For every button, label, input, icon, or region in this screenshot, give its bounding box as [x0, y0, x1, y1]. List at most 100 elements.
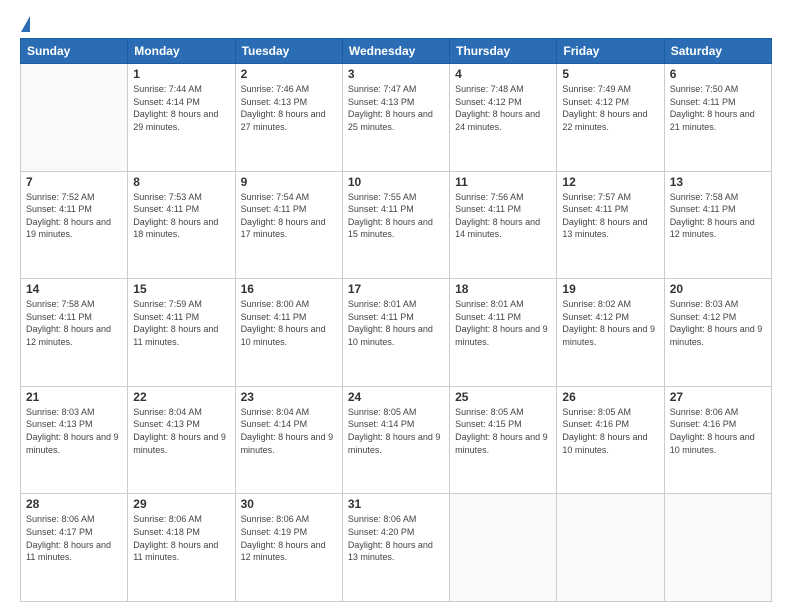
calendar-day-cell: 31 Sunrise: 8:06 AMSunset: 4:20 PMDayligh… [342, 494, 449, 602]
calendar-day-cell: 2Sunrise: 7:46 AMSunset: 4:13 PMDaylight… [235, 64, 342, 172]
day-number: 28 [26, 497, 122, 511]
calendar-day-cell: 30 Sunrise: 8:06 AMSunset: 4:19 PMDayligh… [235, 494, 342, 602]
day-info: Sunrise: 8:04 AMSunset: 4:13 PMDaylight:… [133, 406, 229, 456]
calendar-day-cell: 15 Sunrise: 7:59 AMSunset: 4:11 PMDayligh… [128, 279, 235, 387]
calendar-day-cell: 10Sunrise: 7:55 AMSunset: 4:11 PMDayligh… [342, 171, 449, 279]
day-number: 15 [133, 282, 229, 296]
day-number: 13 [670, 175, 766, 189]
calendar-day-header: Saturday [664, 39, 771, 64]
day-info: Sunrise: 8:02 AMSunset: 4:12 PMDaylight:… [562, 298, 658, 348]
day-info: Sunrise: 7:59 AMSunset: 4:11 PMDaylight:… [133, 298, 229, 348]
day-info: Sunrise: 8:03 AMSunset: 4:13 PMDaylight:… [26, 406, 122, 456]
day-info: Sunrise: 7:44 AMSunset: 4:14 PMDaylight:… [133, 83, 229, 133]
day-number: 17 [348, 282, 444, 296]
day-number: 30 [241, 497, 337, 511]
calendar-week-row: 21 Sunrise: 8:03 AMSunset: 4:13 PMDayligh… [21, 386, 772, 494]
calendar-week-row: 7Sunrise: 7:52 AMSunset: 4:11 PMDaylight… [21, 171, 772, 279]
day-number: 25 [455, 390, 551, 404]
day-number: 26 [562, 390, 658, 404]
calendar-day-cell: 5 Sunrise: 7:49 AMSunset: 4:12 PMDaylight… [557, 64, 664, 172]
calendar-day-cell: 9 Sunrise: 7:54 AMSunset: 4:11 PMDaylight… [235, 171, 342, 279]
calendar-day-header: Friday [557, 39, 664, 64]
day-number: 21 [26, 390, 122, 404]
calendar-day-cell: 6Sunrise: 7:50 AMSunset: 4:11 PMDaylight… [664, 64, 771, 172]
day-info: Sunrise: 8:03 AMSunset: 4:12 PMDaylight:… [670, 298, 766, 348]
calendar-day-cell: 4Sunrise: 7:48 AMSunset: 4:12 PMDaylight… [450, 64, 557, 172]
day-number: 16 [241, 282, 337, 296]
day-info: Sunrise: 8:05 AMSunset: 4:14 PMDaylight:… [348, 406, 444, 456]
day-number: 19 [562, 282, 658, 296]
calendar-day-cell [557, 494, 664, 602]
calendar-day-cell: 14 Sunrise: 7:58 AMSunset: 4:11 PMDayligh… [21, 279, 128, 387]
page: SundayMondayTuesdayWednesdayThursdayFrid… [0, 0, 792, 612]
day-number: 24 [348, 390, 444, 404]
calendar-week-row: 1 Sunrise: 7:44 AMSunset: 4:14 PMDaylight… [21, 64, 772, 172]
calendar-day-cell: 26Sunrise: 8:05 AMSunset: 4:16 PMDayligh… [557, 386, 664, 494]
day-number: 14 [26, 282, 122, 296]
calendar-day-cell: 28 Sunrise: 8:06 AMSunset: 4:17 PMDayligh… [21, 494, 128, 602]
day-info: Sunrise: 7:53 AMSunset: 4:11 PMDaylight:… [133, 191, 229, 241]
day-number: 1 [133, 67, 229, 81]
calendar-day-cell: 13 Sunrise: 7:58 AMSunset: 4:11 PMDayligh… [664, 171, 771, 279]
day-number: 18 [455, 282, 551, 296]
day-info: Sunrise: 8:01 AMSunset: 4:11 PMDaylight:… [455, 298, 551, 348]
header [20, 16, 772, 30]
calendar-day-cell: 22Sunrise: 8:04 AMSunset: 4:13 PMDayligh… [128, 386, 235, 494]
calendar-day-cell: 21 Sunrise: 8:03 AMSunset: 4:13 PMDayligh… [21, 386, 128, 494]
calendar-day-cell: 8Sunrise: 7:53 AMSunset: 4:11 PMDaylight… [128, 171, 235, 279]
day-info: Sunrise: 7:58 AMSunset: 4:11 PMDaylight:… [670, 191, 766, 241]
calendar-day-cell: 23Sunrise: 8:04 AMSunset: 4:14 PMDayligh… [235, 386, 342, 494]
day-info: Sunrise: 7:48 AMSunset: 4:12 PMDaylight:… [455, 83, 551, 133]
calendar-day-cell: 12 Sunrise: 7:57 AMSunset: 4:11 PMDayligh… [557, 171, 664, 279]
day-number: 5 [562, 67, 658, 81]
day-info: Sunrise: 7:57 AMSunset: 4:11 PMDaylight:… [562, 191, 658, 241]
day-number: 20 [670, 282, 766, 296]
calendar-day-header: Sunday [21, 39, 128, 64]
calendar-header-row: SundayMondayTuesdayWednesdayThursdayFrid… [21, 39, 772, 64]
calendar-day-header: Thursday [450, 39, 557, 64]
day-info: Sunrise: 7:46 AMSunset: 4:13 PMDaylight:… [241, 83, 337, 133]
day-info: Sunrise: 8:06 AMSunset: 4:18 PMDaylight:… [133, 513, 229, 563]
day-info: Sunrise: 7:56 AMSunset: 4:11 PMDaylight:… [455, 191, 551, 241]
day-info: Sunrise: 7:55 AMSunset: 4:11 PMDaylight:… [348, 191, 444, 241]
day-info: Sunrise: 8:06 AMSunset: 4:20 PMDaylight:… [348, 513, 444, 563]
calendar-day-cell: 17 Sunrise: 8:01 AMSunset: 4:11 PMDayligh… [342, 279, 449, 387]
calendar-day-cell [664, 494, 771, 602]
calendar-day-cell: 24 Sunrise: 8:05 AMSunset: 4:14 PMDayligh… [342, 386, 449, 494]
day-number: 7 [26, 175, 122, 189]
day-number: 11 [455, 175, 551, 189]
calendar-day-cell: 16 Sunrise: 8:00 AMSunset: 4:11 PMDayligh… [235, 279, 342, 387]
day-info: Sunrise: 8:06 AMSunset: 4:17 PMDaylight:… [26, 513, 122, 563]
day-number: 3 [348, 67, 444, 81]
calendar-day-cell: 3Sunrise: 7:47 AMSunset: 4:13 PMDaylight… [342, 64, 449, 172]
calendar-day-cell: 11 Sunrise: 7:56 AMSunset: 4:11 PMDayligh… [450, 171, 557, 279]
day-info: Sunrise: 7:54 AMSunset: 4:11 PMDaylight:… [241, 191, 337, 241]
calendar-day-cell: 7Sunrise: 7:52 AMSunset: 4:11 PMDaylight… [21, 171, 128, 279]
day-info: Sunrise: 7:49 AMSunset: 4:12 PMDaylight:… [562, 83, 658, 133]
logo [20, 16, 30, 30]
calendar-day-header: Wednesday [342, 39, 449, 64]
day-info: Sunrise: 8:01 AMSunset: 4:11 PMDaylight:… [348, 298, 444, 348]
day-info: Sunrise: 8:00 AMSunset: 4:11 PMDaylight:… [241, 298, 337, 348]
day-number: 27 [670, 390, 766, 404]
day-info: Sunrise: 8:06 AMSunset: 4:19 PMDaylight:… [241, 513, 337, 563]
calendar-day-cell: 29Sunrise: 8:06 AMSunset: 4:18 PMDayligh… [128, 494, 235, 602]
calendar-day-header: Tuesday [235, 39, 342, 64]
calendar-table: SundayMondayTuesdayWednesdayThursdayFrid… [20, 38, 772, 602]
calendar-day-cell: 19 Sunrise: 8:02 AMSunset: 4:12 PMDayligh… [557, 279, 664, 387]
calendar-day-cell: 25 Sunrise: 8:05 AMSunset: 4:15 PMDayligh… [450, 386, 557, 494]
calendar-day-cell: 18 Sunrise: 8:01 AMSunset: 4:11 PMDayligh… [450, 279, 557, 387]
day-number: 9 [241, 175, 337, 189]
day-info: Sunrise: 7:58 AMSunset: 4:11 PMDaylight:… [26, 298, 122, 348]
calendar-day-header: Monday [128, 39, 235, 64]
day-number: 6 [670, 67, 766, 81]
calendar-day-cell: 27 Sunrise: 8:06 AMSunset: 4:16 PMDayligh… [664, 386, 771, 494]
day-number: 31 [348, 497, 444, 511]
day-info: Sunrise: 8:06 AMSunset: 4:16 PMDaylight:… [670, 406, 766, 456]
calendar-day-cell: 20 Sunrise: 8:03 AMSunset: 4:12 PMDayligh… [664, 279, 771, 387]
day-info: Sunrise: 8:05 AMSunset: 4:15 PMDaylight:… [455, 406, 551, 456]
day-number: 12 [562, 175, 658, 189]
day-info: Sunrise: 8:04 AMSunset: 4:14 PMDaylight:… [241, 406, 337, 456]
calendar-week-row: 28 Sunrise: 8:06 AMSunset: 4:17 PMDayligh… [21, 494, 772, 602]
calendar-day-cell [21, 64, 128, 172]
